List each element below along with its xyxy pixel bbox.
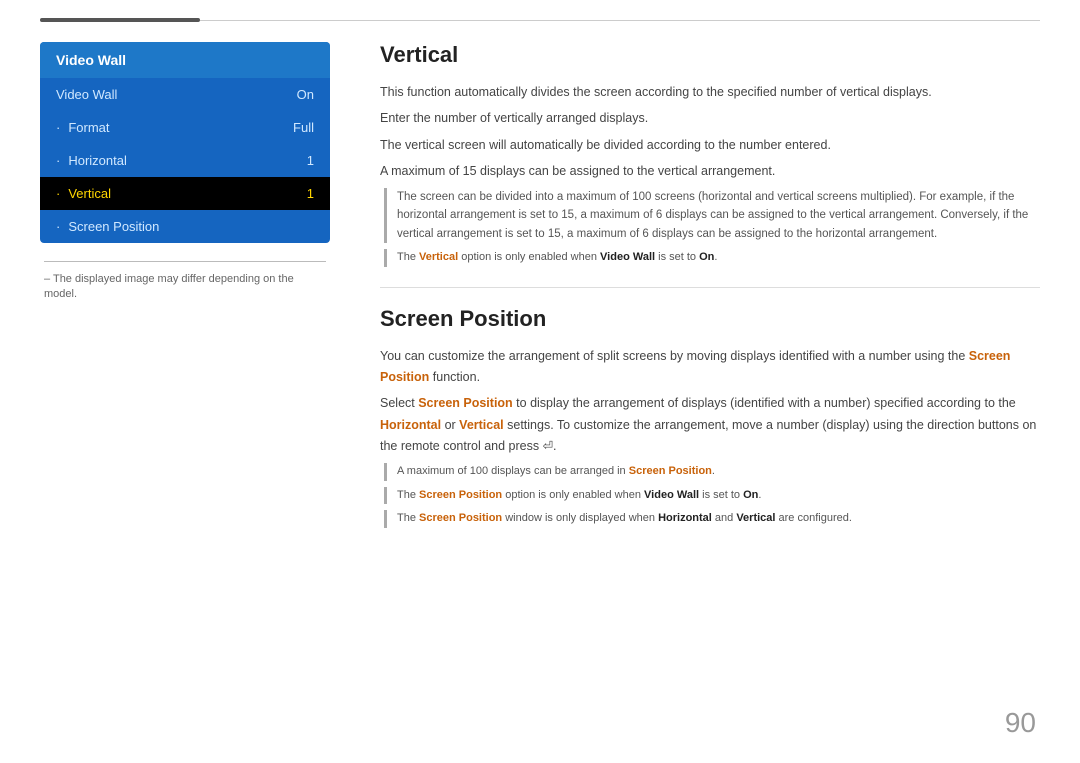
sidebar-divider [44, 261, 326, 262]
page-number: 90 [1005, 707, 1036, 739]
sidebar-item-vertical[interactable]: · Vertical 1 [40, 177, 330, 210]
section-divider [380, 287, 1040, 288]
screen-pos-note-2-text: The Screen Position option is only enabl… [397, 487, 1040, 505]
sidebar-note: – The displayed image may differ dependi… [40, 261, 330, 300]
highlight-screen-position-note1: Screen Position [629, 465, 712, 477]
vertical-note-short-text: The Vertical option is only enabled when… [397, 249, 1040, 267]
sidebar-item-value: Full [293, 120, 314, 135]
vertical-note-short: The Vertical option is only enabled when… [384, 249, 1040, 267]
sidebar-item-format[interactable]: · Format Full [40, 111, 330, 144]
vertical-note-long-text: The screen can be divided into a maximum… [397, 188, 1040, 243]
sidebar-item-value: 1 [307, 153, 314, 168]
screen-pos-para-2: Select Screen Position to display the ar… [380, 393, 1040, 457]
section-screen-position-title: Screen Position [380, 306, 1040, 332]
sidebar-item-screen-position[interactable]: · Screen Position [40, 210, 330, 243]
main-content: Video Wall Video Wall On · Format Full · [0, 22, 1080, 568]
top-bar [0, 0, 1080, 22]
screen-pos-note-1-text: A maximum of 100 displays can be arrange… [397, 463, 1040, 481]
screen-pos-note-3-text: The Screen Position window is only displ… [397, 510, 1040, 528]
screen-pos-note-1: A maximum of 100 displays can be arrange… [384, 463, 1040, 481]
sidebar-note-text: – The displayed image may differ dependi… [44, 273, 294, 300]
highlight-screen-position-2: Screen Position [418, 396, 512, 410]
screen-pos-note-2: The Screen Position option is only enabl… [384, 487, 1040, 505]
sidebar-item-horizontal[interactable]: · Horizontal 1 [40, 144, 330, 177]
highlight-vertical-2: Vertical [459, 418, 503, 432]
sidebar-item-value: 1 [307, 186, 314, 201]
sidebar: Video Wall Video Wall On · Format Full · [40, 42, 330, 548]
vertical-para-2: Enter the number of vertically arranged … [380, 108, 1040, 129]
highlight-videowall: Video Wall [600, 251, 655, 263]
vertical-para-1: This function automatically divides the … [380, 82, 1040, 103]
sidebar-item-text: Video Wall [56, 87, 117, 102]
vertical-para-4: A maximum of 15 displays can be assigned… [380, 161, 1040, 182]
highlight-vertical-3: Vertical [736, 512, 775, 524]
highlight-screen-position-1: Screen Position [380, 349, 1010, 384]
sidebar-item-label: · Horizontal [56, 153, 127, 168]
sidebar-item-text: Vertical [68, 186, 111, 201]
sidebar-item-label: · Vertical [56, 186, 111, 201]
sidebar-item-video-wall[interactable]: Video Wall On [40, 78, 330, 111]
section-vertical: Vertical This function automatically div… [380, 42, 1040, 267]
sidebar-item-label: Video Wall [56, 87, 117, 102]
highlight-vertical: Vertical [419, 251, 458, 263]
sidebar-item-label: · Screen Position [56, 219, 159, 234]
section-screen-position: Screen Position You can customize the ar… [380, 306, 1040, 528]
screen-pos-note-3: The Screen Position window is only displ… [384, 510, 1040, 528]
highlight-horizontal-2: Horizontal [658, 512, 712, 524]
screen-pos-para-1: You can customize the arrangement of spl… [380, 346, 1040, 389]
highlight-screen-position-note3: Screen Position [419, 512, 502, 524]
highlight-screen-position-note2: Screen Position [419, 489, 502, 501]
sidebar-item-value: On [297, 87, 314, 102]
highlight-on: On [699, 251, 714, 263]
sidebar-title: Video Wall [40, 42, 330, 78]
sidebar-menu: Video Wall Video Wall On · Format Full · [40, 42, 330, 243]
highlight-horizontal: Horizontal [380, 418, 441, 432]
section-vertical-title: Vertical [380, 42, 1040, 68]
top-bar-accent-line [40, 18, 200, 22]
highlight-videowall-2: Video Wall [644, 489, 699, 501]
vertical-para-3: The vertical screen will automatically b… [380, 135, 1040, 156]
content-area: Vertical This function automatically div… [360, 42, 1040, 548]
sidebar-item-text: Horizontal [68, 153, 127, 168]
sidebar-item-label: · Format [56, 120, 110, 135]
sidebar-item-text: Screen Position [68, 219, 159, 234]
vertical-note-long: The screen can be divided into a maximum… [384, 188, 1040, 243]
sidebar-item-text: Format [68, 120, 109, 135]
top-bar-line [200, 20, 1040, 21]
highlight-on-2: On [743, 489, 758, 501]
